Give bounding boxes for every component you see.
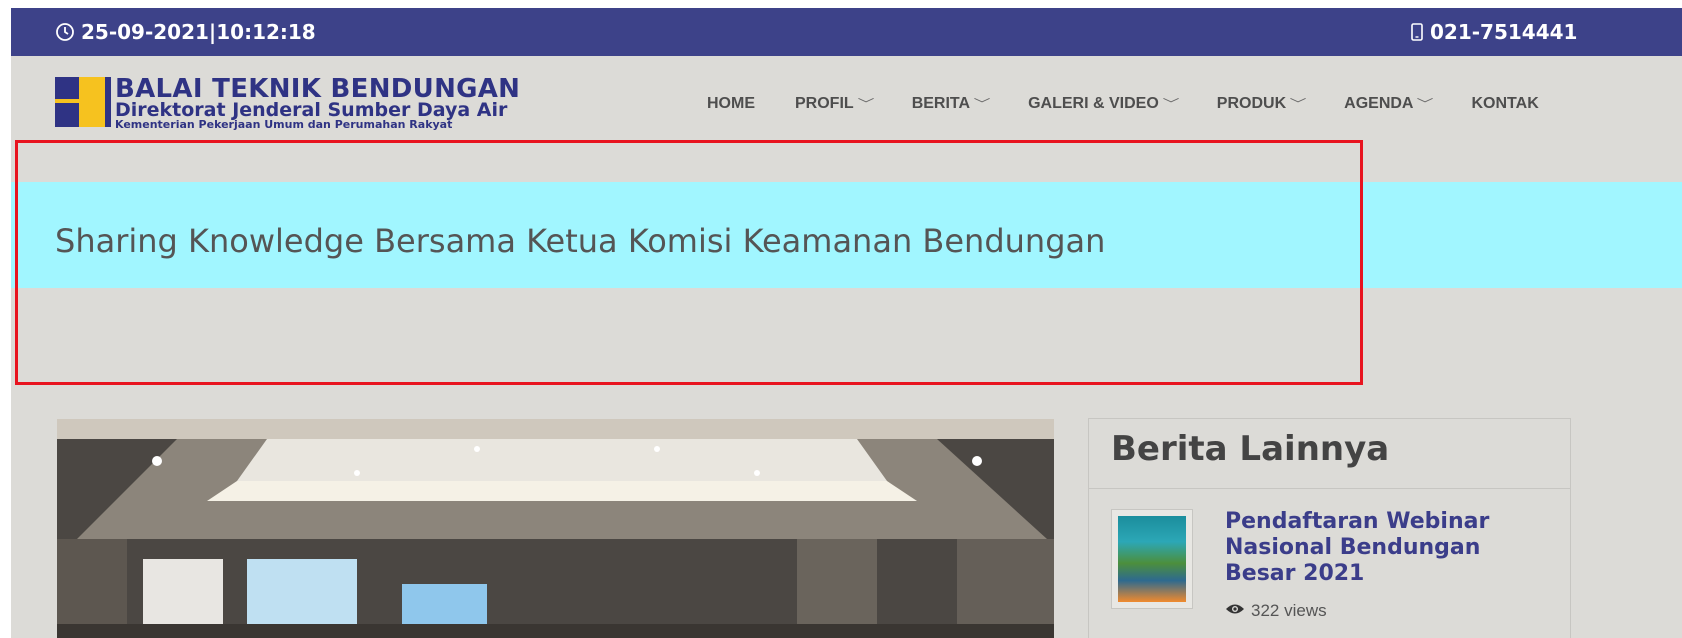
- other-news-sidebar: Berita Lainnya Pendaftaran Webinar Nasio…: [1088, 418, 1571, 638]
- sidebar-title: Berita Lainnya: [1111, 429, 1390, 469]
- page-title-banner: Sharing Knowledge Bersama Ketua Komisi K…: [11, 182, 1682, 288]
- news-thumbnail[interactable]: [1111, 509, 1193, 609]
- news-item[interactable]: Pendaftaran Webinar Nasional Bendungan B…: [1111, 509, 1535, 621]
- top-info-bar: 25-09-2021|10:12:18 021-7514441: [11, 8, 1682, 56]
- nav-produk[interactable]: PRODUK ﹀: [1216, 95, 1307, 113]
- nav-berita[interactable]: BERITA ﹀: [911, 95, 991, 113]
- chevron-down-icon: ﹀: [1162, 96, 1180, 111]
- nav-label: PROFIL: [795, 95, 854, 112]
- nav-home[interactable]: HOME: [707, 95, 755, 113]
- logo-text: BALAI TEKNIK BENDUNGAN Direktorat Jender…: [115, 74, 521, 131]
- logo-subtitle: Direktorat Jenderal Sumber Daya Air: [115, 99, 508, 121]
- main-nav: HOME PROFIL ﹀ BERITA ﹀ GALERI & VIDEO ﹀ …: [707, 95, 1539, 113]
- site-header: BALAI TEKNIK BENDUNGAN Direktorat Jender…: [11, 56, 1682, 155]
- pupr-logo-icon: [55, 77, 111, 127]
- clock-icon: [55, 22, 75, 42]
- nav-agenda[interactable]: AGENDA ﹀: [1344, 95, 1434, 113]
- chevron-down-icon: ﹀: [857, 96, 875, 111]
- news-thumbnail-image: [1118, 516, 1186, 602]
- chevron-down-icon: ﹀: [973, 96, 991, 111]
- news-title-link[interactable]: Pendaftaran Webinar Nasional Bendungan B…: [1225, 509, 1535, 587]
- datetime-text: 25-09-2021|10:12:18: [81, 20, 316, 44]
- phone-number: 021-7514441: [1430, 20, 1578, 44]
- nav-label: AGENDA: [1344, 95, 1414, 112]
- sidebar-header: Berita Lainnya: [1089, 419, 1570, 489]
- nav-label: PRODUK: [1216, 95, 1287, 112]
- nav-label: BERITA: [911, 95, 971, 112]
- nav-profil[interactable]: PROFIL ﹀: [795, 95, 875, 113]
- phone-contact[interactable]: 021-7514441: [1410, 20, 1577, 44]
- views-count: 322 views: [1251, 601, 1327, 620]
- page: 25-09-2021|10:12:18 021-7514441 BALAI TE…: [11, 8, 1682, 638]
- news-views: 322 views: [1225, 601, 1535, 621]
- logo-title: BALAI TEKNIK BENDUNGAN: [115, 74, 521, 104]
- phone-icon: [1410, 22, 1424, 42]
- chevron-down-icon: ﹀: [1289, 96, 1307, 111]
- nav-label: GALERI & VIDEO: [1028, 95, 1159, 112]
- page-title: Sharing Knowledge Bersama Ketua Komisi K…: [55, 222, 1106, 260]
- eye-icon: [1225, 601, 1245, 621]
- datetime: 25-09-2021|10:12:18: [55, 20, 316, 44]
- nav-label: KONTAK: [1471, 95, 1539, 112]
- nav-kontak[interactable]: KONTAK: [1472, 95, 1539, 113]
- chevron-down-icon: ﹀: [1417, 96, 1434, 111]
- article-photo: [57, 419, 1054, 638]
- nav-galeri-video[interactable]: GALERI & VIDEO ﹀: [1028, 95, 1180, 113]
- logo-ministry: Kementerian Pekerjaan Umum dan Perumahan…: [115, 118, 453, 131]
- nav-label: HOME: [707, 95, 755, 112]
- news-body: Pendaftaran Webinar Nasional Bendungan B…: [1225, 509, 1535, 621]
- site-logo[interactable]: BALAI TEKNIK BENDUNGAN Direktorat Jender…: [55, 74, 521, 131]
